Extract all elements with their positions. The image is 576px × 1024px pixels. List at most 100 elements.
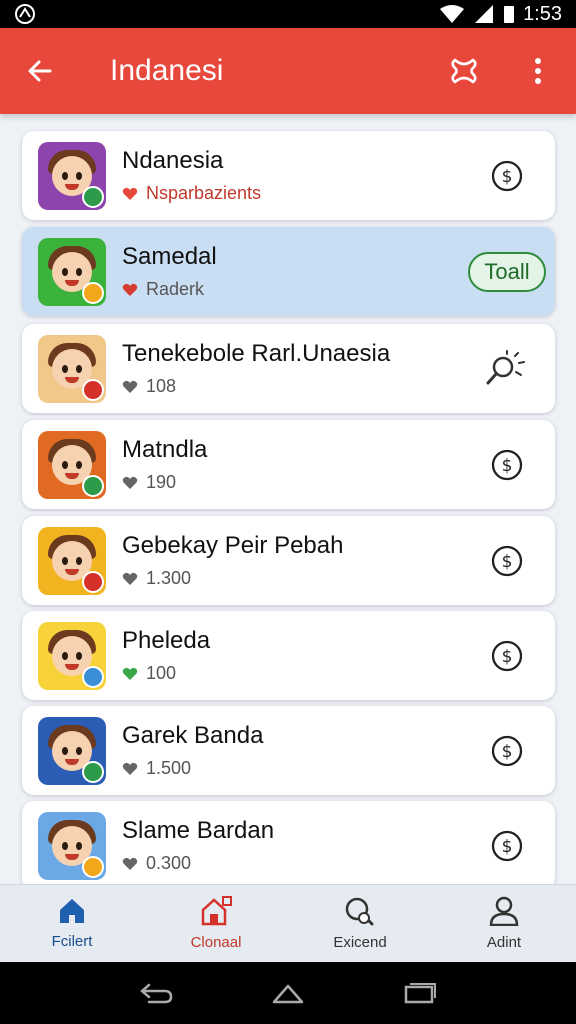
app-avatar [38,430,106,499]
item-title: Garek Banda [122,722,264,749]
nav-item-label: Adint [486,934,522,951]
item-subtitle: 1.300 [122,568,475,589]
item-subtitle: 108 [122,376,475,397]
dollar-icon[interactable]: $ [490,448,524,482]
toll-button[interactable]: Toall [468,251,546,292]
item-subtitle-text: 0.300 [146,853,192,873]
item-subtitle: 100 [122,663,475,684]
avatar-badge [82,665,104,688]
nav-item-clonaal[interactable]: Clonaal [144,885,288,962]
dollar-icon[interactable]: $ [490,159,524,193]
back-nav-icon[interactable] [139,982,173,1004]
item-title: Tenekebole Rarl.Unaesia [122,340,391,367]
nav-item-exicend[interactable]: Exicend [288,885,432,962]
dollar-icon[interactable]: $ [490,734,524,768]
app-avatar [38,716,106,785]
item-subtitle-text: 100 [146,663,177,683]
app-avatar [38,621,106,690]
list-item[interactable]: Tenekebole Rarl.Unaesia 108 [22,324,555,413]
close-icon [451,58,477,84]
avatar-badge [82,378,104,401]
list-item[interactable]: Pheleda 100 $ [22,611,555,700]
item-title: Ndanesia [122,147,224,174]
app-avatar [38,141,106,210]
avatar-badge [82,570,104,593]
list-item[interactable]: Garek Banda 1.500 $ [22,706,555,795]
item-title: Gebekay Peir Pebah [122,532,344,559]
heart-icon [122,187,138,200]
svg-text:$: $ [502,456,513,476]
app-avatar [38,334,106,403]
avatar-badge [82,281,104,304]
status-time: 1:53 [523,2,562,25]
item-title: Samedal [122,243,217,270]
heart-icon [122,283,138,296]
bottom-nav: Fcilert Clonaal Exicend Adint [0,884,576,962]
system-navigation-bar [0,962,576,1024]
home-nav-icon[interactable] [271,982,305,1004]
avatar-badge [82,760,104,783]
search-icon [344,896,376,930]
item-subtitle: Nsparbazients [122,183,475,204]
avatar-badge [82,474,104,497]
app-notification-icon [15,4,35,24]
item-subtitle-text: Raderk [146,279,205,299]
heart-icon [122,857,138,870]
item-subtitle-text: 190 [146,472,177,492]
arrow-left-icon [28,60,52,82]
store-icon [200,896,232,930]
item-subtitle: 1.500 [122,758,475,779]
list-item[interactable]: Gebekay Peir Pebah 1.300 $ [22,516,555,605]
svg-text:$: $ [502,742,513,762]
nav-item-label: Fcilert [51,933,93,950]
item-subtitle: 0.300 [122,853,475,874]
dollar-icon[interactable]: $ [490,639,524,673]
signal-icon [475,5,494,23]
recents-nav-icon[interactable] [403,982,437,1004]
app-avatar [38,526,106,595]
list-item[interactable]: Matndla 190 $ [22,420,555,509]
app-bar: Indanesi [0,28,576,114]
nav-item-fcilert[interactable]: Fcilert [0,885,144,962]
nav-item-label: Clonaal [190,934,242,951]
back-button[interactable] [18,49,62,93]
battery-icon [504,6,515,23]
more-vert-icon [535,58,541,84]
avatar-badge [82,185,104,208]
list-item[interactable]: Ndanesia Nsparbazients $ [22,131,555,220]
dollar-icon[interactable]: $ [490,544,524,578]
heart-icon [122,762,138,775]
page-title: Indanesi [110,54,224,87]
home-icon [57,897,87,929]
app-avatar [38,237,106,306]
dollar-icon[interactable]: $ [490,829,524,863]
item-subtitle: Raderk [122,279,475,300]
avatar-badge [82,855,104,878]
close-button[interactable] [444,51,484,91]
item-title: Slame Bardan [122,817,275,844]
item-subtitle-text: 108 [146,376,177,396]
item-subtitle-text: Nsparbazients [146,183,262,203]
app-avatar [38,811,106,880]
svg-text:$: $ [502,167,513,187]
item-title: Matndla [122,436,208,463]
item-title: Pheleda [122,627,211,654]
heart-icon [122,476,138,489]
svg-text:$: $ [502,647,513,667]
item-subtitle-text: 1.500 [146,758,192,778]
item-subtitle: 190 [122,472,475,493]
list-item[interactable]: Samedal Raderk Toall [22,227,555,316]
heart-icon [122,380,138,393]
wifi-icon [440,5,465,23]
status-bar: 1:53 [0,0,576,28]
item-subtitle-text: 1.300 [146,568,192,588]
search-sparkle-icon[interactable] [485,349,529,388]
more-options-button[interactable] [518,51,558,91]
person-icon [488,896,520,930]
svg-text:$: $ [502,552,513,572]
nav-item-adint[interactable]: Adint [432,885,576,962]
svg-text:$: $ [502,837,513,857]
heart-icon [122,667,138,680]
nav-item-label: Exicend [333,934,387,951]
list-item[interactable]: Slame Bardan 0.300 $ [22,801,555,890]
